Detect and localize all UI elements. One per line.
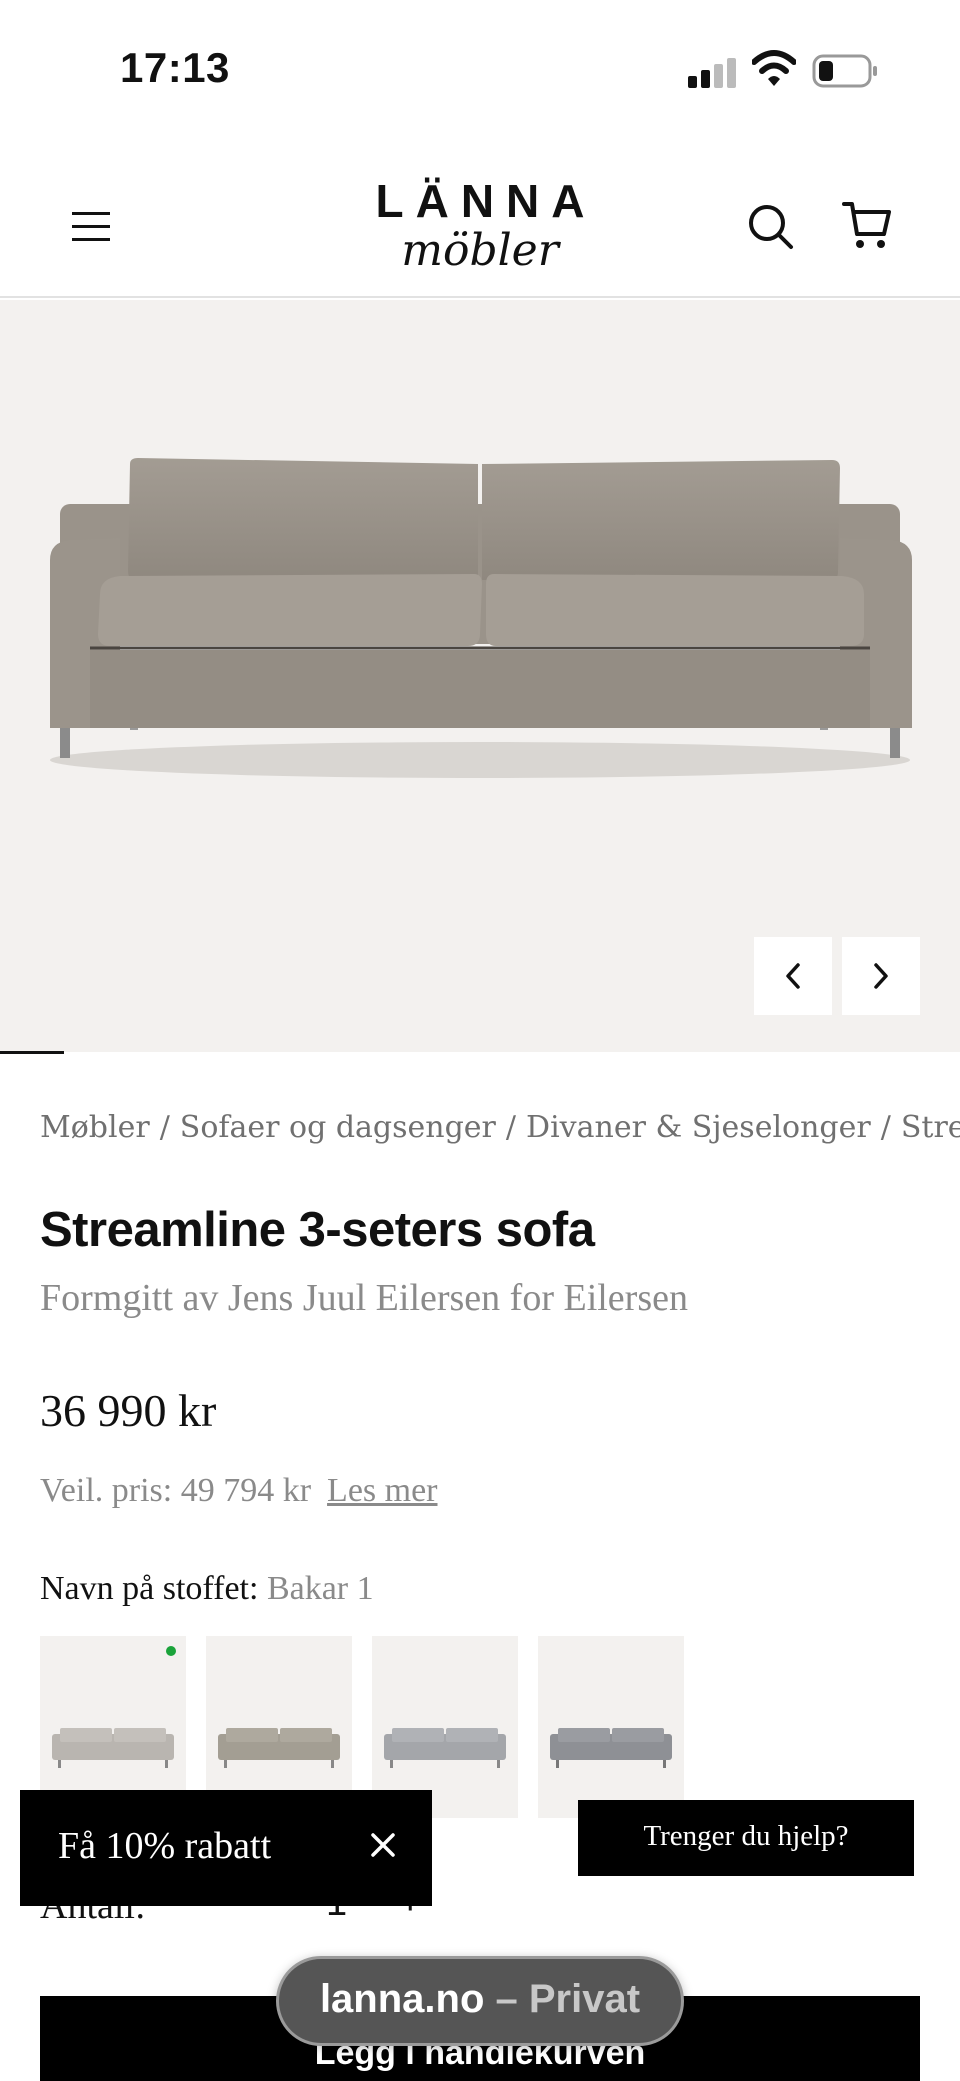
recommended-price: Veil. pris: 49 794 kr Les mer: [40, 1472, 438, 1510]
sofa-product-image: [50, 458, 912, 778]
breadcrumb-item-mobler[interactable]: Møbler: [40, 1110, 150, 1145]
fabric-swatch[interactable]: [538, 1636, 684, 1818]
close-icon[interactable]: [366, 1828, 400, 1862]
browser-url-pill[interactable]: lanna.no – Privat: [276, 1956, 684, 2046]
product-price: 36 990 kr: [40, 1385, 217, 1436]
read-more-link[interactable]: Les mer: [327, 1472, 437, 1509]
selected-indicator: [166, 1646, 176, 1656]
logo-wordmark: LÄNNA: [375, 175, 597, 227]
gallery-prev-button[interactable]: [754, 937, 832, 1015]
help-chat-button[interactable]: Trenger du hjelp?: [578, 1800, 914, 1876]
private-mode-label: Privat: [528, 1977, 641, 2021]
swatch-sofa-image: [550, 1728, 672, 1768]
discount-text: Få 10% rabatt: [58, 1825, 272, 1867]
site-header: LÄNNA möbler: [0, 150, 960, 298]
status-time: 17:13: [120, 44, 230, 91]
url-separator: –: [484, 1977, 529, 2021]
product-title: Streamline 3-seters sofa: [40, 1203, 595, 1257]
swatch-sofa-image: [384, 1728, 506, 1768]
swatch-sofa-image: [218, 1728, 340, 1768]
recommended-price-text: Veil. pris: 49 794 kr: [40, 1472, 312, 1509]
fabric-name: Navn på stoffet: Bakar 1: [40, 1570, 374, 1608]
breadcrumb: Møbler / Sofaer og dagsenger / Divaner & Sje…: [40, 1110, 960, 1145]
product-image-gallery[interactable]: [0, 300, 960, 1052]
search-icon[interactable]: [746, 202, 794, 250]
chevron-right-icon: [874, 963, 888, 989]
cart-icon[interactable]: [842, 200, 892, 252]
breadcrumb-item-streamline[interactable]: Strea: [901, 1110, 960, 1145]
wifi-icon: [752, 50, 796, 86]
status-bar: 17:13: [0, 0, 960, 140]
battery-icon: [812, 54, 877, 88]
site-logo[interactable]: LÄNNA möbler: [330, 178, 630, 276]
product-designer: Formgitt av Jens Juul Eilersen for Eiler…: [40, 1277, 688, 1319]
gallery-next-button[interactable]: [842, 937, 920, 1015]
fabric-value: Bakar 1: [266, 1570, 374, 1607]
gallery-progress-indicator: [0, 1051, 64, 1054]
cellular-signal-icon: [688, 58, 738, 88]
logo-subtitle: möbler: [401, 225, 559, 276]
url-domain: lanna.no: [319, 1977, 485, 2021]
breadcrumb-item-sofaer[interactable]: Sofaer og dagsenger: [180, 1110, 496, 1145]
fabric-label: Navn på stoffet:: [40, 1570, 259, 1607]
swatch-sofa-image: [52, 1728, 174, 1768]
chevron-left-icon: [786, 963, 800, 989]
breadcrumb-item-divaner[interactable]: Divaner & Sjeselonger: [526, 1110, 871, 1145]
hamburger-menu-icon[interactable]: [72, 210, 112, 242]
discount-banner[interactable]: Få 10% rabatt: [20, 1790, 432, 1906]
